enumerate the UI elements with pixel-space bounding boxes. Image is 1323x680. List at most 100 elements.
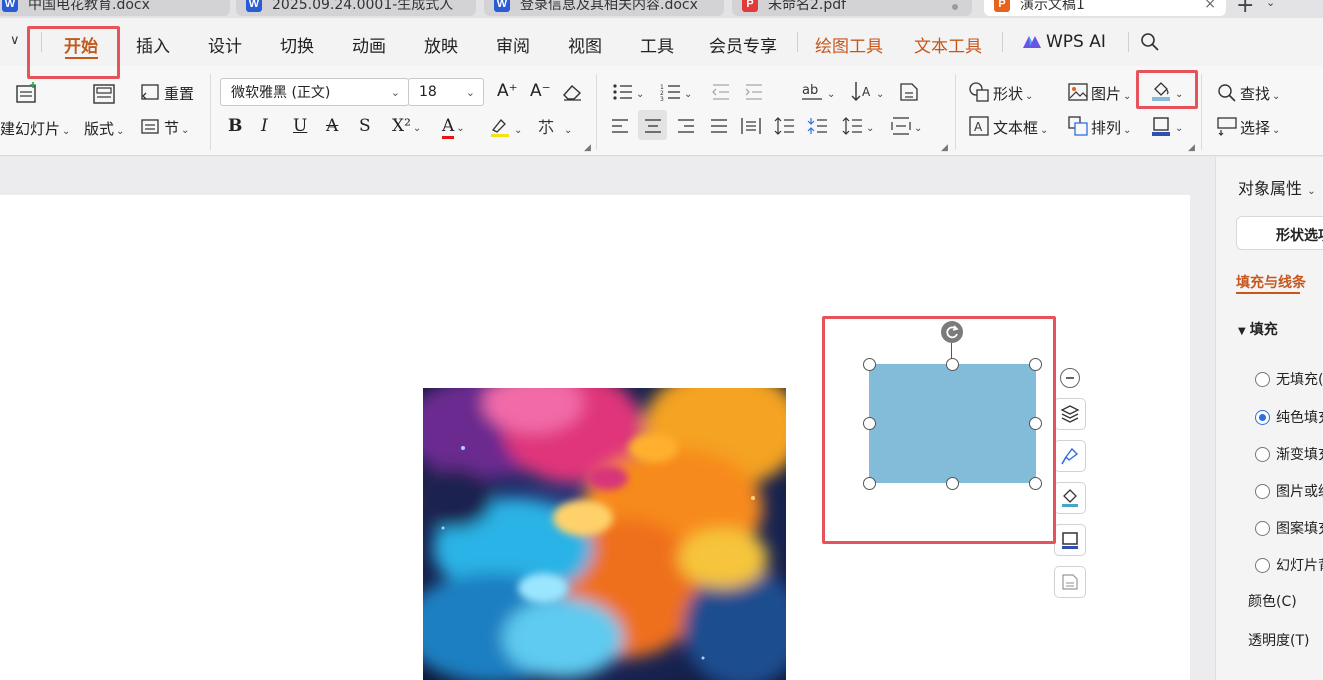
resize-handle-bottom-right[interactable] bbox=[1029, 477, 1042, 490]
text-shadow-button[interactable]: S bbox=[359, 116, 371, 136]
font-dialog-launcher-icon[interactable]: ◢ bbox=[584, 143, 591, 153]
textbox-icon[interactable]: A bbox=[968, 115, 990, 137]
justify-icon[interactable] bbox=[709, 117, 729, 135]
find-icon[interactable] bbox=[1217, 83, 1237, 103]
document-tab-3[interactable]: W 登录信息及其相关内容.docx bbox=[484, 0, 724, 16]
fill-option-slide-background[interactable]: 幻灯片背 bbox=[1255, 555, 1323, 575]
chevron-down-icon[interactable]: ⌄ bbox=[864, 117, 874, 135]
chevron-down-icon[interactable]: ⌄ bbox=[634, 83, 644, 101]
phonetic-guide-icon[interactable]: 䒕 bbox=[537, 116, 561, 138]
section-icon[interactable] bbox=[140, 116, 160, 136]
fill-option-picture[interactable]: 图片或纹 bbox=[1255, 481, 1323, 501]
selected-rectangle-shape[interactable] bbox=[869, 364, 1036, 483]
resize-handle-right[interactable] bbox=[1029, 417, 1042, 430]
drawing-dialog-launcher-icon[interactable]: ◢ bbox=[1188, 143, 1195, 153]
more-options-icon[interactable] bbox=[1054, 566, 1086, 598]
section-button[interactable]: 节 ⌄ bbox=[164, 117, 189, 138]
shrink-font-button[interactable]: A⁻ bbox=[530, 81, 551, 101]
resize-handle-top-right[interactable] bbox=[1029, 358, 1042, 371]
increase-indent-icon[interactable] bbox=[744, 82, 764, 102]
fill-and-line-tab[interactable]: 填充与线条 bbox=[1236, 272, 1306, 292]
tab-design[interactable]: 设计 bbox=[208, 32, 242, 57]
font-color-button[interactable]: A ⌄ bbox=[442, 116, 465, 139]
tab-animation[interactable]: 动画 bbox=[352, 32, 386, 57]
chevron-down-icon[interactable]: ⌄ bbox=[562, 119, 572, 137]
reset-icon[interactable] bbox=[140, 83, 160, 103]
tab-drawing-tools[interactable]: 绘图工具 bbox=[815, 32, 883, 57]
chevron-down-icon[interactable]: ∨ bbox=[10, 33, 20, 48]
document-tab-4[interactable]: P 未命名2.pdf bbox=[732, 0, 972, 16]
layout-icon[interactable] bbox=[92, 82, 116, 106]
chevron-down-icon[interactable]: ⌄ bbox=[912, 117, 922, 135]
search-icon[interactable] bbox=[1140, 32, 1160, 52]
chevron-down-icon[interactable]: ⌄ bbox=[825, 83, 835, 101]
resize-handle-top-left[interactable] bbox=[863, 358, 876, 371]
document-tab-2[interactable]: W 2025.09.24.0001-生成式人 bbox=[236, 0, 476, 16]
chevron-down-icon[interactable]: ⌄ bbox=[1266, 0, 1275, 9]
fill-option-solid[interactable]: 纯色填充 bbox=[1255, 407, 1323, 427]
shapes-icon[interactable] bbox=[968, 81, 990, 103]
grow-font-button[interactable]: A⁺ bbox=[497, 81, 518, 101]
format-painter-icon[interactable] bbox=[1054, 440, 1086, 472]
tab-home[interactable]: 开始 bbox=[64, 32, 98, 57]
align-right-icon[interactable] bbox=[676, 117, 696, 135]
line-spacing-icon[interactable] bbox=[774, 116, 796, 136]
fill-bucket-icon[interactable] bbox=[1150, 80, 1172, 102]
strikethrough-button[interactable]: A bbox=[326, 116, 338, 136]
paragraph-dialog-launcher-icon[interactable]: ◢ bbox=[941, 143, 948, 153]
italic-button[interactable]: I bbox=[261, 116, 268, 136]
fill-option-gradient[interactable]: 渐变填充 bbox=[1255, 444, 1323, 464]
fill-group-header[interactable]: ▼ 填充 bbox=[1238, 319, 1278, 339]
select-icon[interactable] bbox=[1216, 116, 1238, 136]
tab-transition[interactable]: 切换 bbox=[280, 32, 314, 57]
superscript-button[interactable]: X² ⌄ bbox=[392, 116, 421, 136]
chevron-down-icon[interactable]: ⌄ bbox=[1173, 83, 1183, 101]
tab-review[interactable]: 审阅 bbox=[496, 32, 530, 57]
tab-insert[interactable]: 插入 bbox=[136, 32, 170, 57]
decrease-indent-icon[interactable] bbox=[711, 82, 731, 102]
resize-handle-bottom-left[interactable] bbox=[863, 477, 876, 490]
radio-button[interactable] bbox=[1255, 483, 1270, 499]
numbered-list-icon[interactable]: 123 bbox=[660, 82, 682, 102]
arrange-icon[interactable] bbox=[1067, 115, 1089, 137]
resize-handle-top[interactable] bbox=[946, 358, 959, 371]
convert-text-icon[interactable] bbox=[898, 81, 920, 103]
bold-button[interactable]: B bbox=[228, 116, 242, 136]
shapes-button[interactable]: 形状 ⌄ bbox=[993, 83, 1033, 104]
tab-slideshow[interactable]: 放映 bbox=[424, 32, 458, 57]
radio-button[interactable] bbox=[1255, 557, 1270, 573]
outline-icon[interactable] bbox=[1150, 115, 1172, 137]
radio-button[interactable] bbox=[1255, 520, 1270, 536]
reset-button[interactable]: 重置 bbox=[164, 83, 194, 104]
tab-tools[interactable]: 工具 bbox=[640, 32, 674, 57]
panel-title[interactable]: 对象属性 ⌄ bbox=[1238, 175, 1316, 199]
select-button[interactable]: 选择 ⌄ bbox=[1240, 117, 1280, 138]
tab-wps-ai[interactable]: WPS AI bbox=[1046, 32, 1106, 52]
layers-icon[interactable] bbox=[1054, 398, 1086, 430]
sort-text-icon[interactable]: A bbox=[850, 80, 874, 104]
radio-button[interactable] bbox=[1255, 446, 1270, 462]
chevron-down-icon[interactable]: ⌄ bbox=[874, 83, 884, 101]
resize-handle-bottom[interactable] bbox=[946, 477, 959, 490]
tab-shape-options[interactable]: 形状选项 bbox=[1236, 216, 1323, 250]
tab-view[interactable]: 视图 bbox=[568, 32, 602, 57]
font-name-select[interactable]: 微软雅黑 (正文) ⌄ bbox=[220, 78, 409, 106]
font-size-select[interactable]: 18 ⌄ bbox=[408, 78, 484, 106]
eraser-icon[interactable] bbox=[561, 82, 583, 102]
abstract-paint-image[interactable] bbox=[423, 388, 786, 680]
distribute-icon[interactable] bbox=[740, 116, 762, 136]
tab-text-tools[interactable]: 文本工具 bbox=[914, 32, 982, 57]
radio-button-checked[interactable] bbox=[1255, 409, 1270, 425]
outline-icon[interactable] bbox=[1054, 524, 1086, 556]
document-tab-5[interactable]: P 演示文稿1 × bbox=[984, 0, 1226, 16]
text-align-vertical-icon[interactable] bbox=[890, 116, 912, 136]
collapse-toolbar-icon[interactable] bbox=[1060, 368, 1080, 388]
fill-bucket-icon[interactable] bbox=[1054, 482, 1086, 514]
close-tab-icon[interactable]: × bbox=[1204, 0, 1216, 12]
align-left-icon[interactable] bbox=[610, 117, 630, 135]
radio-button[interactable] bbox=[1255, 371, 1270, 387]
text-direction-icon[interactable]: ab bbox=[801, 81, 825, 103]
resize-handle-left[interactable] bbox=[863, 417, 876, 430]
fill-option-none[interactable]: 无填充( bbox=[1255, 369, 1323, 389]
chevron-down-icon[interactable]: ⌄ bbox=[682, 83, 692, 101]
